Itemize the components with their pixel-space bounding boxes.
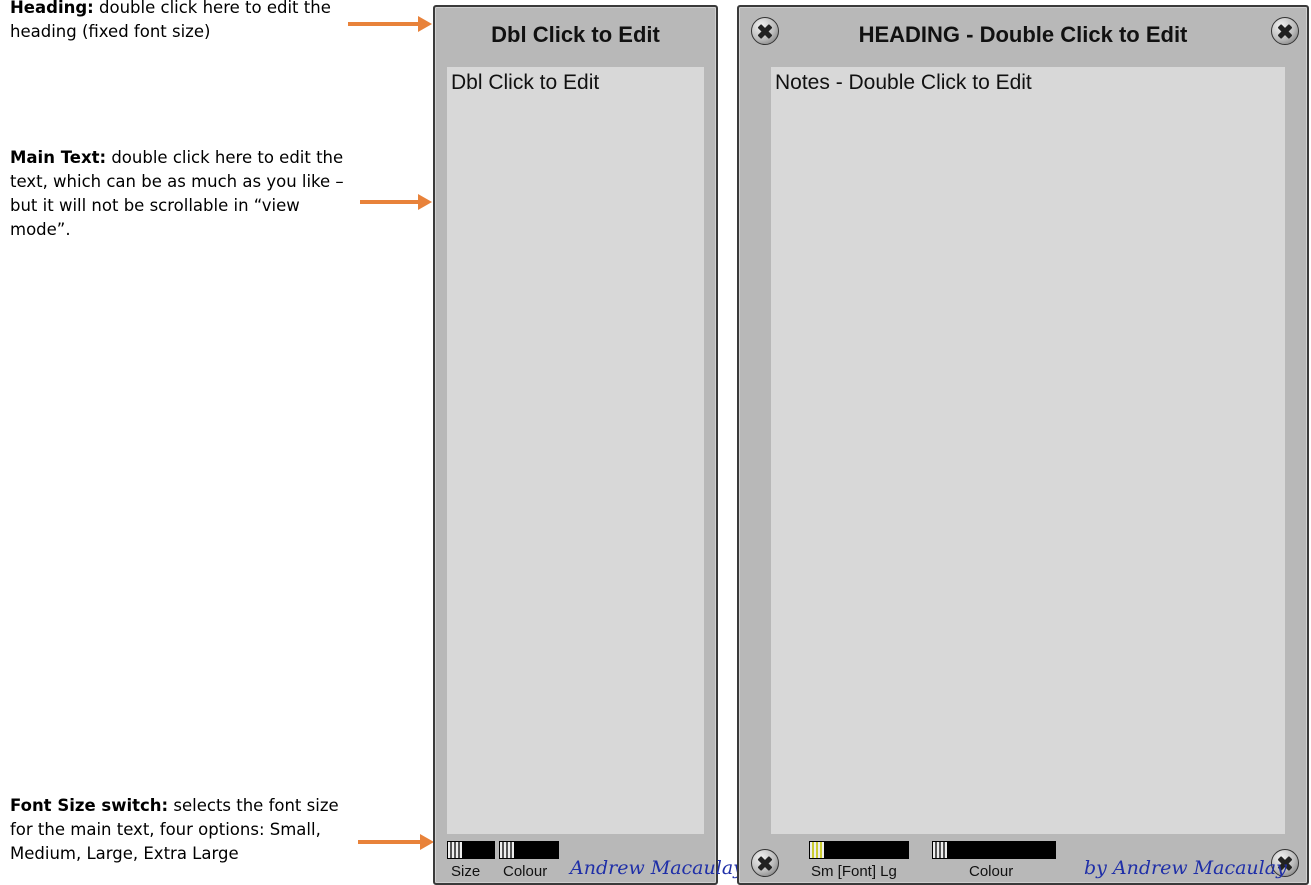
notes-widget-large: HEADING - Double Click to Edit Notes - D… [737, 5, 1309, 885]
heading-annotation: Heading: double click here to edit the h… [10, 0, 365, 44]
widget-heading[interactable]: Dbl Click to Edit [435, 15, 716, 55]
screw-icon [751, 849, 779, 877]
font-size-label: Sm [Font] Lg [811, 863, 897, 880]
widget-heading[interactable]: HEADING - Double Click to Edit [739, 15, 1307, 55]
widget-notes-area[interactable]: Dbl Click to Edit [447, 67, 704, 834]
font-size-arrow [358, 832, 434, 852]
main-text-annotation: Main Text: double click here to edit the… [10, 146, 365, 242]
font-size-annotation: Font Size switch: selects the font size … [10, 794, 365, 866]
main-text-arrow [360, 192, 432, 212]
widget-notes-area[interactable]: Notes - Double Click to Edit [771, 67, 1285, 834]
colour-switch[interactable] [932, 841, 1056, 859]
colour-switch-grip [933, 842, 947, 858]
signature: by Andrew Macaulay [1084, 857, 1287, 879]
main-text-annotation-title: Main Text: [10, 148, 107, 167]
font-size-switch-grip [810, 842, 824, 858]
colour-switch[interactable] [499, 841, 559, 859]
size-switch-grip [448, 842, 462, 858]
signature: Andrew Macaulay [570, 857, 744, 879]
heading-annotation-title: Heading: [10, 0, 94, 17]
size-label: Size [451, 863, 481, 880]
colour-label: Colour [969, 863, 1014, 880]
font-size-switch[interactable] [809, 841, 909, 859]
notes-widget-small: Dbl Click to Edit Dbl Click to Edit Size… [433, 5, 744, 885]
colour-label: Colour [503, 863, 548, 880]
heading-arrow [348, 14, 432, 34]
size-switch[interactable] [447, 841, 495, 859]
font-size-annotation-title: Font Size switch: [10, 796, 169, 815]
colour-switch-grip [500, 842, 514, 858]
